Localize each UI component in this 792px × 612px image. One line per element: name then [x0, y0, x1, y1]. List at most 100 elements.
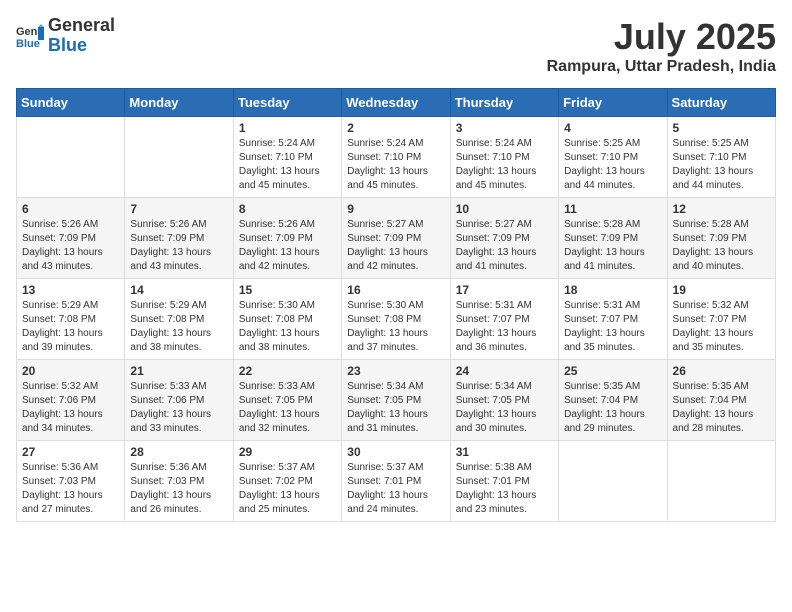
day-number: 11 [564, 202, 661, 216]
table-row [17, 117, 125, 198]
calendar-week-row: 27 Sunrise: 5:36 AM Sunset: 7:03 PM Dayli… [17, 441, 776, 522]
table-row: 19 Sunrise: 5:32 AM Sunset: 7:07 PM Dayli… [667, 279, 775, 360]
calendar-week-row: 13 Sunrise: 5:29 AM Sunset: 7:08 PM Dayli… [17, 279, 776, 360]
day-info: Sunrise: 5:34 AM Sunset: 7:05 PM Dayligh… [456, 380, 553, 436]
location-title: Rampura, Uttar Pradesh, India [547, 58, 776, 76]
table-row: 30 Sunrise: 5:37 AM Sunset: 7:01 PM Dayli… [342, 441, 450, 522]
logo-icon: General Blue [16, 22, 44, 50]
day-info: Sunrise: 5:31 AM Sunset: 7:07 PM Dayligh… [456, 299, 553, 355]
day-number: 25 [564, 364, 661, 378]
day-info: Sunrise: 5:33 AM Sunset: 7:05 PM Dayligh… [239, 380, 336, 436]
table-row: 8 Sunrise: 5:26 AM Sunset: 7:09 PM Daylig… [233, 198, 341, 279]
day-number: 26 [673, 364, 770, 378]
table-row: 26 Sunrise: 5:35 AM Sunset: 7:04 PM Dayli… [667, 360, 775, 441]
weekday-header-row: Sunday Monday Tuesday Wednesday Thursday… [17, 89, 776, 117]
table-row: 10 Sunrise: 5:27 AM Sunset: 7:09 PM Dayli… [450, 198, 558, 279]
day-number: 15 [239, 283, 336, 297]
calendar-week-row: 20 Sunrise: 5:32 AM Sunset: 7:06 PM Dayli… [17, 360, 776, 441]
header-saturday: Saturday [667, 89, 775, 117]
day-number: 5 [673, 121, 770, 135]
day-number: 2 [347, 121, 444, 135]
day-number: 4 [564, 121, 661, 135]
table-row: 29Sunrise: 5:37 AM Sunset: 7:02 PM Dayli… [233, 441, 341, 522]
day-info: Sunrise: 5:26 AM Sunset: 7:09 PM Dayligh… [239, 218, 336, 274]
table-row: 5 Sunrise: 5:25 AM Sunset: 7:10 PM Daylig… [667, 117, 775, 198]
day-number: 23 [347, 364, 444, 378]
table-row: 18Sunrise: 5:31 AM Sunset: 7:07 PM Dayli… [559, 279, 667, 360]
table-row: 28 Sunrise: 5:36 AM Sunset: 7:03 PM Dayli… [125, 441, 233, 522]
day-info: Sunrise: 5:26 AM Sunset: 7:09 PM Dayligh… [130, 218, 227, 274]
day-info: Sunrise: 5:27 AM Sunset: 7:09 PM Dayligh… [456, 218, 553, 274]
day-number: 10 [456, 202, 553, 216]
day-info: Sunrise: 5:29 AM Sunset: 7:08 PM Dayligh… [130, 299, 227, 355]
day-info: Sunrise: 5:37 AM Sunset: 7:01 PM Dayligh… [347, 461, 444, 517]
day-number: 17 [456, 283, 553, 297]
header-thursday: Thursday [450, 89, 558, 117]
title-area: July 2025 Rampura, Uttar Pradesh, India [547, 16, 776, 76]
day-info: Sunrise: 5:27 AM Sunset: 7:09 PM Dayligh… [347, 218, 444, 274]
day-number: 20 [22, 364, 119, 378]
day-info: Sunrise: 5:30 AM Sunset: 7:08 PM Dayligh… [347, 299, 444, 355]
day-info: Sunrise: 5:35 AM Sunset: 7:04 PM Dayligh… [564, 380, 661, 436]
day-info: Sunrise: 5:36 AM Sunset: 7:03 PM Dayligh… [22, 461, 119, 517]
header-tuesday: Tuesday [233, 89, 341, 117]
day-number: 12 [673, 202, 770, 216]
header: General Blue General Blue July 2025 Ramp… [16, 16, 776, 76]
day-info: Sunrise: 5:33 AM Sunset: 7:06 PM Dayligh… [130, 380, 227, 436]
table-row [667, 441, 775, 522]
table-row: 13Sunrise: 5:29 AM Sunset: 7:08 PM Dayli… [17, 279, 125, 360]
day-number: 31 [456, 445, 553, 459]
table-row: 6 Sunrise: 5:26 AM Sunset: 7:09 PM Daylig… [17, 198, 125, 279]
logo-blue-text: Blue [48, 35, 87, 55]
day-number: 6 [22, 202, 119, 216]
day-number: 7 [130, 202, 227, 216]
day-info: Sunrise: 5:36 AM Sunset: 7:03 PM Dayligh… [130, 461, 227, 517]
month-title: July 2025 [547, 16, 776, 58]
day-info: Sunrise: 5:28 AM Sunset: 7:09 PM Dayligh… [673, 218, 770, 274]
table-row [125, 117, 233, 198]
header-sunday: Sunday [17, 89, 125, 117]
day-info: Sunrise: 5:25 AM Sunset: 7:10 PM Dayligh… [673, 137, 770, 193]
day-number: 19 [673, 283, 770, 297]
day-number: 27 [22, 445, 119, 459]
table-row: 11 Sunrise: 5:28 AM Sunset: 7:09 PM Dayli… [559, 198, 667, 279]
table-row: 2 Sunrise: 5:24 AM Sunset: 7:10 PM Daylig… [342, 117, 450, 198]
day-info: Sunrise: 5:26 AM Sunset: 7:09 PM Dayligh… [22, 218, 119, 274]
logo: General Blue General Blue [16, 16, 115, 56]
table-row: 21Sunrise: 5:33 AM Sunset: 7:06 PM Dayli… [125, 360, 233, 441]
table-row: 12 Sunrise: 5:28 AM Sunset: 7:09 PM Dayli… [667, 198, 775, 279]
header-monday: Monday [125, 89, 233, 117]
table-row: 15 Sunrise: 5:30 AM Sunset: 7:08 PM Dayli… [233, 279, 341, 360]
day-info: Sunrise: 5:34 AM Sunset: 7:05 PM Dayligh… [347, 380, 444, 436]
day-number: 1 [239, 121, 336, 135]
day-number: 3 [456, 121, 553, 135]
table-row: 7 Sunrise: 5:26 AM Sunset: 7:09 PM Daylig… [125, 198, 233, 279]
day-info: Sunrise: 5:37 AM Sunset: 7:02 PM Dayligh… [239, 461, 336, 517]
svg-text:Blue: Blue [16, 38, 40, 50]
day-number: 8 [239, 202, 336, 216]
table-row: 23 Sunrise: 5:34 AM Sunset: 7:05 PM Dayli… [342, 360, 450, 441]
header-wednesday: Wednesday [342, 89, 450, 117]
table-row [559, 441, 667, 522]
day-number: 30 [347, 445, 444, 459]
day-number: 13 [22, 283, 119, 297]
day-number: 28 [130, 445, 227, 459]
day-number: 22 [239, 364, 336, 378]
day-info: Sunrise: 5:32 AM Sunset: 7:07 PM Dayligh… [673, 299, 770, 355]
table-row: 3 Sunrise: 5:24 AM Sunset: 7:10 PM Daylig… [450, 117, 558, 198]
day-info: Sunrise: 5:35 AM Sunset: 7:04 PM Dayligh… [673, 380, 770, 436]
day-number: 18 [564, 283, 661, 297]
day-info: Sunrise: 5:30 AM Sunset: 7:08 PM Dayligh… [239, 299, 336, 355]
calendar-week-row: 6 Sunrise: 5:26 AM Sunset: 7:09 PM Daylig… [17, 198, 776, 279]
day-info: Sunrise: 5:32 AM Sunset: 7:06 PM Dayligh… [22, 380, 119, 436]
day-number: 14 [130, 283, 227, 297]
calendar-week-row: 1 Sunrise: 5:24 AM Sunset: 7:10 PM Daylig… [17, 117, 776, 198]
day-info: Sunrise: 5:38 AM Sunset: 7:01 PM Dayligh… [456, 461, 553, 517]
table-row: 4 Sunrise: 5:25 AM Sunset: 7:10 PM Daylig… [559, 117, 667, 198]
day-info: Sunrise: 5:28 AM Sunset: 7:09 PM Dayligh… [564, 218, 661, 274]
day-info: Sunrise: 5:24 AM Sunset: 7:10 PM Dayligh… [456, 137, 553, 193]
day-info: Sunrise: 5:25 AM Sunset: 7:10 PM Dayligh… [564, 137, 661, 193]
day-info: Sunrise: 5:24 AM Sunset: 7:10 PM Dayligh… [347, 137, 444, 193]
day-number: 9 [347, 202, 444, 216]
table-row: 9 Sunrise: 5:27 AM Sunset: 7:09 PM Daylig… [342, 198, 450, 279]
